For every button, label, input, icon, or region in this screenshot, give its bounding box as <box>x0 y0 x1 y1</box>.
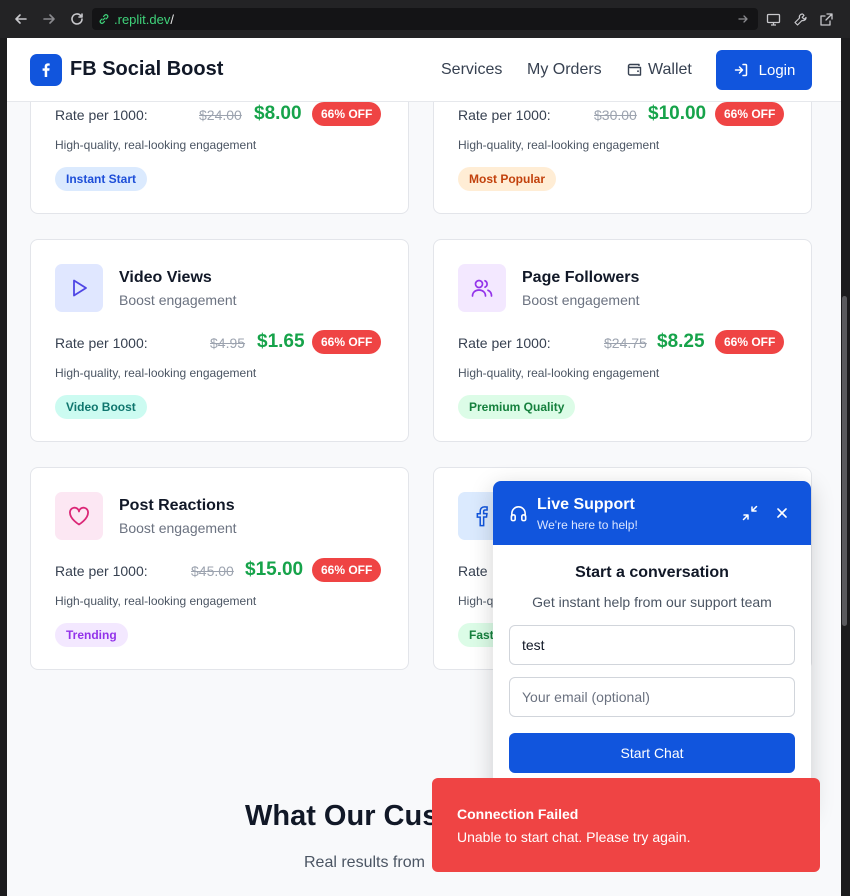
wrench-icon[interactable] <box>793 12 808 27</box>
login-label: Login <box>758 61 796 79</box>
devices-icon[interactable] <box>766 12 781 27</box>
old-price: $45.00 <box>191 563 234 579</box>
old-price: $24.75 <box>604 335 647 351</box>
back-icon[interactable] <box>13 11 29 27</box>
discount-badge: 66% OFF <box>312 558 382 582</box>
window-edge <box>0 38 7 896</box>
new-price: $1.65 <box>257 331 305 352</box>
site-header: FB Social Boost Services My Orders Walle… <box>7 38 841 102</box>
discount-badge: 66% OFF <box>715 330 785 354</box>
play-icon <box>55 264 103 312</box>
card-subtitle: Boost engagement <box>522 292 640 308</box>
card-description: High-quality, real-looking engagement <box>55 594 257 608</box>
card-description: High-quality, real-looking engagement <box>55 138 257 152</box>
new-price: $8.00 <box>254 103 302 124</box>
service-card-post-reactions: Post Reactions Boost engagement Rate per… <box>30 467 409 670</box>
card-tag: Premium Quality <box>458 395 576 419</box>
section-title: What Our Cus <box>245 800 439 832</box>
url-text: .replit.dev/ <box>114 12 174 27</box>
rate-label: Rate per 1000: <box>458 335 551 351</box>
new-price: $15.00 <box>245 559 304 580</box>
headphones-icon <box>509 504 528 523</box>
scroll-thumb[interactable] <box>842 296 847 626</box>
error-toast[interactable]: Connection Failed Unable to start chat. … <box>432 778 820 872</box>
nav-services[interactable]: Services <box>441 61 502 79</box>
url-host: .replit.dev <box>114 11 171 27</box>
email-input[interactable] <box>509 677 795 717</box>
service-card-video-views: Video Views Boost engagement Rate per 10… <box>30 239 409 442</box>
card-subtitle: Boost engagement <box>119 520 237 536</box>
card-tag: Instant Start <box>55 167 148 191</box>
reload-icon[interactable] <box>69 11 85 27</box>
discount-badge: 66% OFF <box>312 102 382 126</box>
card-description: High-quality, real-looking engagement <box>55 366 257 380</box>
card-description: High-q <box>458 594 494 608</box>
page-viewport: FB Social Boost Services My Orders Walle… <box>7 38 841 896</box>
minimize-icon[interactable] <box>742 505 758 521</box>
link-icon <box>98 13 110 25</box>
old-price: $4.95 <box>210 335 246 351</box>
chat-description: Get instant help from our support team <box>532 594 772 610</box>
discount-badge: 66% OFF <box>312 330 382 354</box>
heart-icon <box>55 492 103 540</box>
card-tag: Video Boost <box>55 395 147 419</box>
facebook-logo-icon[interactable] <box>30 54 62 86</box>
section-subtitle: Real results from <box>304 854 425 871</box>
rate-label: Rate per 1000: <box>55 107 148 123</box>
login-icon <box>733 62 749 78</box>
rate-label: Rate per 1000: <box>458 107 551 123</box>
start-chat-button[interactable]: Start Chat <box>509 733 795 773</box>
nav-my-orders[interactable]: My Orders <box>527 61 602 79</box>
address-bar[interactable]: .replit.dev/ <box>92 8 758 30</box>
browser-toolbar: .replit.dev/ <box>0 0 850 38</box>
chat-title: Live Support <box>537 496 635 513</box>
card-tag: Most Popular <box>458 167 557 191</box>
card-title: Page Followers <box>522 269 640 286</box>
service-card-page-followers: Page Followers Boost engagement Rate per… <box>433 239 812 442</box>
brand-name[interactable]: FB Social Boost <box>70 58 223 81</box>
forward-icon[interactable] <box>41 11 57 27</box>
live-support-widget: Live Support We're here to help! Start a… <box>493 481 811 811</box>
login-button[interactable]: Login <box>716 50 812 90</box>
close-icon[interactable] <box>775 506 789 520</box>
chat-subtitle: We're here to help! <box>537 518 638 532</box>
rate-label: Rate <box>458 563 488 579</box>
url-path: / <box>170 11 174 27</box>
open-external-icon[interactable] <box>819 12 834 27</box>
new-price: $8.25 <box>657 331 705 352</box>
wallet-icon <box>627 62 643 78</box>
toast-title: Connection Failed <box>457 806 579 822</box>
old-price: $30.00 <box>594 107 637 123</box>
go-arrow-icon[interactable] <box>736 12 750 26</box>
card-tag: Trending <box>55 623 128 647</box>
card-title: Video Views <box>119 269 212 286</box>
rate-label: Rate per 1000: <box>55 563 148 579</box>
card-subtitle: Boost engagement <box>119 292 237 308</box>
card-description: High-quality, real-looking engagement <box>458 366 660 380</box>
name-input[interactable] <box>509 625 795 665</box>
card-description: High-quality, real-looking engagement <box>458 138 660 152</box>
new-price: $10.00 <box>648 103 707 124</box>
toast-message: Unable to start chat. Please try again. <box>457 829 691 845</box>
chat-heading: Start a conversation <box>575 564 729 581</box>
card-title: Post Reactions <box>119 497 235 514</box>
rate-label: Rate per 1000: <box>55 335 148 351</box>
scrollbar[interactable] <box>841 38 850 896</box>
chat-header: Live Support We're here to help! <box>493 481 811 545</box>
nav-wallet[interactable]: Wallet <box>648 61 692 79</box>
users-icon <box>458 264 506 312</box>
old-price: $24.00 <box>199 107 242 123</box>
discount-badge: 66% OFF <box>715 102 785 126</box>
